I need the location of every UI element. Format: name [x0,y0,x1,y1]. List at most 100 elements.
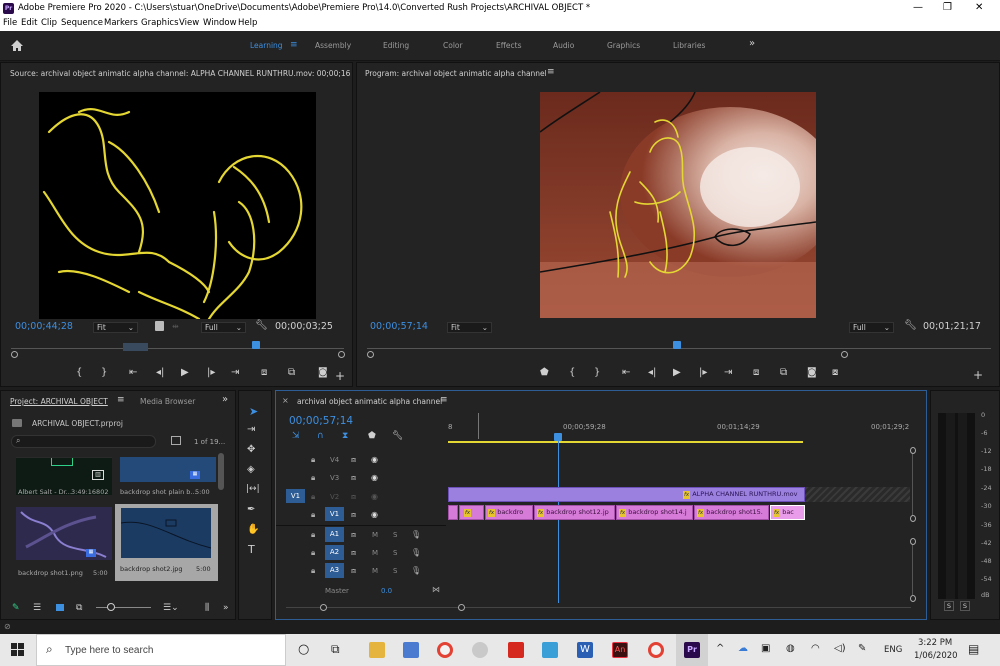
mute-button[interactable]: M [372,531,378,539]
v1-clip[interactable]: fx backdro [485,505,533,520]
vertical-scrollbar[interactable] [912,454,913,516]
source-timecode-current[interactable]: 00;00;44;28 [15,321,73,332]
panel-menu-icon[interactable]: ≡ [117,395,125,405]
program-quality-dropdown[interactable]: Full ⌄ [849,322,894,333]
chrome-icon[interactable] [437,642,453,658]
wifi-icon[interactable]: ◠ [811,643,820,654]
sync-lock-icon[interactable]: ⧈ [351,548,356,558]
program-timecode-current[interactable]: 00;00;57;14 [370,321,428,332]
workspace-learning[interactable]: Learning [250,41,283,50]
lock-icon[interactable]: 🔒︎ [311,530,315,540]
new-search-bin-icon[interactable] [171,436,181,445]
v2-clip-alpha-runthru[interactable]: fx ALPHA CHANNEL RUNTHRU.mov [448,487,805,502]
timeline-tab[interactable]: archival object animatic alpha channel [297,397,442,406]
track-target-v1[interactable]: V1 [325,507,344,521]
mark-out-icon[interactable]: } [101,367,107,378]
project-thumb-backdrop-shot1[interactable]: ▦ [16,507,112,560]
master-volume-value[interactable]: 0.0 [381,587,392,595]
v1-clip[interactable]: fx backdrop shot14.j [616,505,693,520]
workspace-more-button[interactable]: » [749,38,755,49]
wrench-icon[interactable]: 🔧︎ [255,320,268,331]
v1-clip[interactable]: fx [459,505,484,520]
solo-right-button[interactable]: S [960,601,970,611]
source-zoom-handle-left[interactable] [11,351,18,358]
add-marker-icon[interactable]: ⬟ [368,431,376,441]
program-monitor-title[interactable]: Program: archival object animatic alpha … [365,69,547,78]
sync-lock-icon[interactable]: ⧈ [351,530,356,540]
eye-icon[interactable]: ◉ [371,492,378,501]
microphone-icon[interactable]: 🎙︎ [411,548,421,557]
mute-button[interactable]: M [372,549,378,557]
menu-markers[interactable]: Markers [104,18,138,28]
chevron-up-icon[interactable]: ^ [716,643,724,654]
source-in-out-range[interactable] [123,343,148,351]
language-indicator[interactable]: ENG [884,645,902,655]
notifications-icon[interactable]: ▤ [968,642,979,656]
close-icon[interactable]: ✕ [975,2,983,13]
work-area-bar[interactable] [448,441,803,443]
close-tab-icon[interactable]: × [282,396,289,405]
menu-file[interactable]: File [3,18,17,28]
menu-sequence[interactable]: Sequence [61,18,103,28]
acrobat-icon[interactable] [508,642,524,658]
freeform-view-icon[interactable]: ⧉ [76,603,82,613]
microphone-icon[interactable]: 🎙︎ [411,530,421,539]
step-forward-icon[interactable]: |▸ [699,367,707,378]
sync-lock-icon[interactable]: ⧈ [351,492,356,502]
play-icon[interactable]: ▶ [673,367,681,378]
project-scrollbar[interactable] [218,453,224,490]
vertical-zoom-handle-bottom[interactable] [910,515,916,522]
linked-selection-icon[interactable]: ⧗ [342,431,348,441]
export-frame-icon[interactable]: ◙ [318,367,328,378]
project-search-input[interactable]: ⌕ [11,435,156,448]
pencil-icon[interactable]: ✎ [12,603,20,613]
menu-help[interactable]: Help [238,18,257,28]
home-icon[interactable] [10,39,24,52]
lock-icon[interactable]: 🔒︎ [311,566,315,576]
audio-zoom-handle-top[interactable] [910,538,916,545]
taskbar-search-box[interactable]: ⌕ Type here to search [36,634,286,666]
lock-icon[interactable]: 🔒︎ [311,455,315,465]
step-back-icon[interactable]: ◂| [156,367,164,378]
workspace-assembly[interactable]: Assembly [315,41,351,50]
menu-window[interactable]: Window [203,18,237,28]
go-to-out-icon[interactable]: ⇥ [724,367,732,378]
onedrive-icon[interactable]: ☁ [738,643,748,654]
vertical-zoom-handle-top[interactable] [910,447,916,454]
settings-square-icon[interactable] [155,321,164,331]
timeline-settings-wrench-icon[interactable]: 🔧︎ [392,431,403,441]
app-icon[interactable] [542,642,558,658]
razor-tool-icon[interactable]: ◈ [247,464,255,475]
microsoft-store-icon[interactable] [403,642,419,658]
eye-icon[interactable]: ◉ [371,510,378,519]
add-marker-icon[interactable]: ⬟ [540,367,549,378]
v1-clip-selected[interactable]: fx bac [770,505,805,520]
workspace-effects[interactable]: Effects [496,41,522,50]
clock-time[interactable]: 3:22 PM [918,638,952,648]
tray-icon[interactable]: ▣ [761,643,770,654]
ripple-edit-tool-icon[interactable]: ✥ [247,444,255,455]
timeline-ruler[interactable] [448,413,910,443]
timeline-playhead[interactable] [554,433,562,441]
workspace-color[interactable]: Color [443,41,463,50]
button-editor-icon[interactable]: + [973,368,983,382]
microphone-icon[interactable]: 🎙︎ [411,566,421,575]
camera-icon[interactable]: ◙ [807,367,817,378]
extract-icon[interactable]: ⧉ [780,367,787,378]
panel-more-button[interactable]: » [222,394,228,405]
premiere-taskbar-active[interactable]: Pr [676,634,708,666]
timeline-timecode[interactable]: 00;00;57;14 [289,415,353,427]
program-zoom-dropdown[interactable]: Fit ⌄ [447,322,492,333]
selection-tool-icon[interactable]: ➤ [249,405,258,418]
slip-tool-icon[interactable]: |↔| [246,484,260,494]
overwrite-icon[interactable]: ⧉ [288,367,295,378]
v1-clip[interactable]: fx backdrop shot15. [694,505,769,520]
workspace-editing[interactable]: Editing [383,41,409,50]
solo-button[interactable]: S [393,549,397,557]
snap-icon[interactable]: ∩ [317,431,324,441]
pen-workspace-icon[interactable]: ✎ [858,643,866,654]
program-playhead[interactable] [673,341,681,349]
go-to-end-icon[interactable]: ⋈ [432,585,440,594]
list-view-icon[interactable]: ☰ [33,603,41,613]
app-icon[interactable] [472,642,488,658]
